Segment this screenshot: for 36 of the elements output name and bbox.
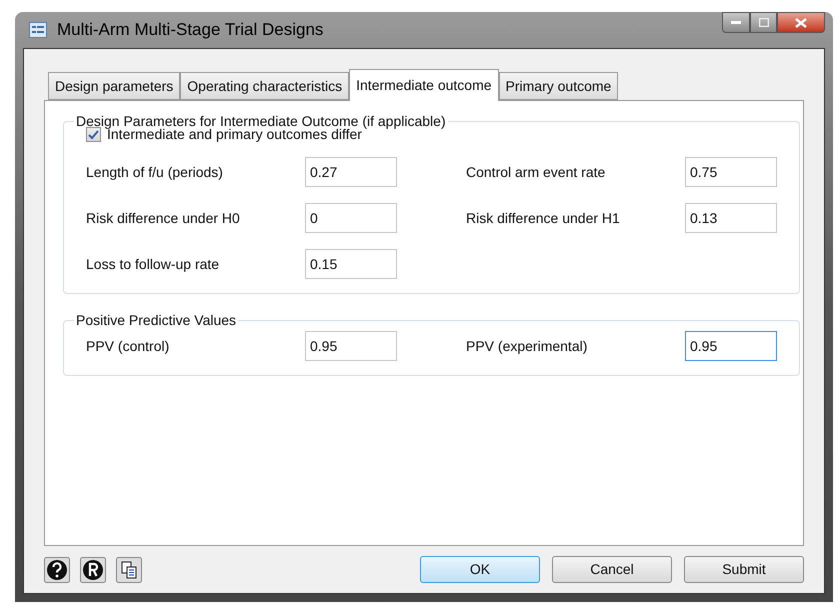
input-field[interactable]: 0 <box>305 203 397 233</box>
group-title: Positive Predictive Values <box>75 311 238 330</box>
input-field[interactable]: 0.15 <box>305 249 397 279</box>
tab[interactable]: Primary outcome <box>498 72 618 100</box>
dialog-button[interactable]: Submit <box>684 556 804 583</box>
group-title: Design Parameters for Intermediate Outcome (if applicable) <box>75 112 447 129</box>
dialog-button[interactable]: Cancel <box>552 556 672 583</box>
maximize-button[interactable] <box>750 12 777 33</box>
tab[interactable]: Design parameters <box>48 72 180 100</box>
minimize-button[interactable] <box>722 12 750 33</box>
close-button[interactable] <box>777 12 825 33</box>
input-field[interactable]: 0.75 <box>685 157 777 187</box>
dialog-button[interactable]: OK <box>420 556 540 583</box>
r-badge-icon[interactable] <box>80 556 106 582</box>
input-field[interactable]: 0.13 <box>685 203 777 233</box>
checkbox[interactable] <box>86 127 101 142</box>
help-icon[interactable] <box>44 556 70 582</box>
tab[interactable]: Operating characteristics <box>180 72 350 100</box>
field-label: Loss to follow-up rate <box>86 254 220 274</box>
close-icon <box>795 18 807 28</box>
tab[interactable]: Intermediate outcome <box>349 69 499 101</box>
field-label: Length of f/u (periods) <box>86 162 224 182</box>
minimize-icon <box>731 21 741 24</box>
input-field[interactable]: 0.27 <box>305 157 397 187</box>
field-label: PPV (control) <box>86 336 170 356</box>
copy-icon[interactable] <box>116 556 142 582</box>
check-icon <box>88 130 99 140</box>
field-label: PPV (experimental) <box>466 336 588 356</box>
input-field[interactable]: 0.95 <box>305 331 397 361</box>
field-label: Risk difference under H1 <box>466 208 621 228</box>
window-title: Multi-Arm Multi-Stage Trial Designs <box>57 19 324 42</box>
field-label: Control arm event rate <box>466 162 606 182</box>
input-field[interactable]: 0.95 <box>685 331 777 361</box>
field-label: Risk difference under H0 <box>86 208 241 228</box>
maximize-icon <box>758 18 768 27</box>
window-icon <box>29 22 47 38</box>
